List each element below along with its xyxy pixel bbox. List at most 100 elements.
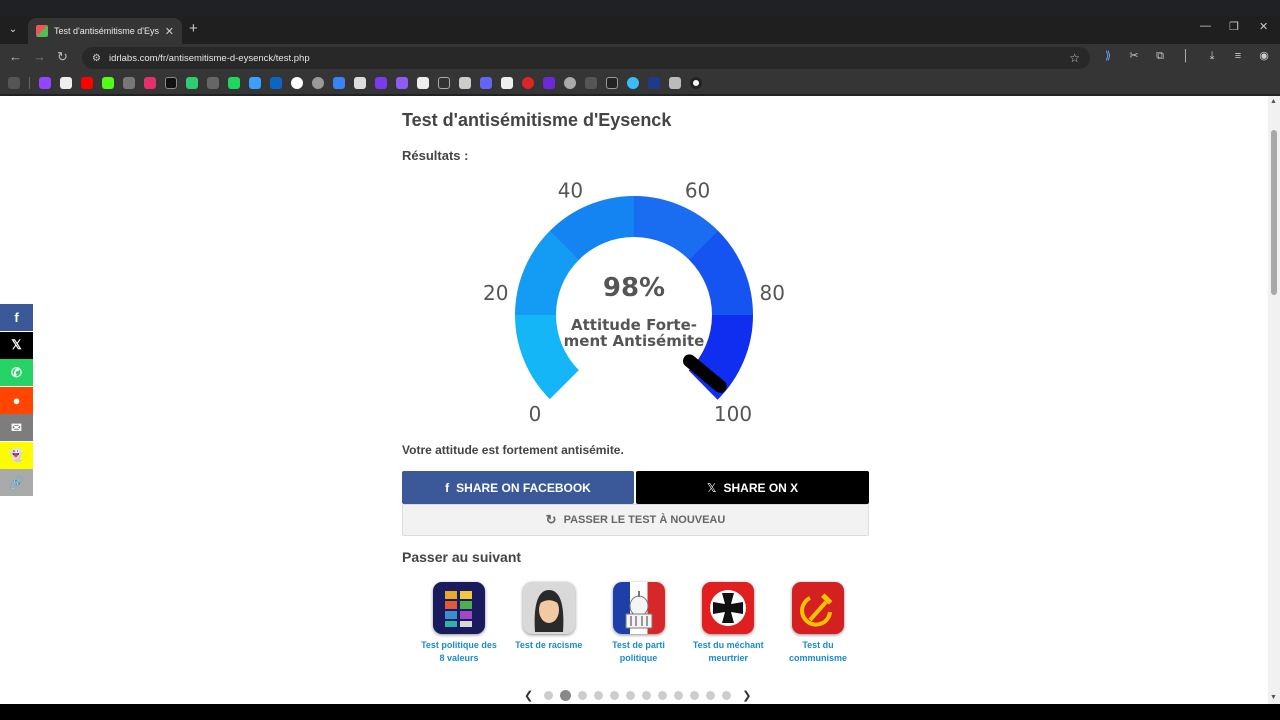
carousel-page-dot[interactable] (594, 691, 604, 700)
bookmark-icon[interactable] (417, 77, 429, 89)
carousel-page-dot[interactable] (658, 691, 668, 700)
8values-grid-icon (433, 582, 485, 634)
window-close-icon[interactable]: ✕ (1259, 20, 1268, 33)
bookmarks-bar (0, 72, 1280, 94)
profile-avatar-icon[interactable]: ◉ (1258, 50, 1270, 62)
facebook-icon: f (445, 480, 450, 495)
cast-icon[interactable]: ⟫ (1102, 50, 1114, 62)
share-reddit-icon[interactable]: ● (0, 386, 33, 414)
extension-tools-icon[interactable]: ✂ (1128, 50, 1140, 62)
gauge-tick-label: 40 (558, 178, 583, 202)
gauge-tick-label: 80 (760, 281, 784, 305)
gauge-value: 98% (603, 273, 665, 303)
bookmark-icon[interactable] (669, 77, 681, 89)
site-info-icon[interactable]: ⚙ (92, 53, 101, 64)
bookmark-icon[interactable] (123, 77, 135, 89)
tiktok-icon[interactable] (165, 77, 177, 89)
carousel-next-arrow-icon[interactable]: ❯ (742, 689, 751, 702)
bookmark-icon[interactable] (543, 77, 555, 89)
share-copy-link-icon[interactable]: 🔗 (0, 469, 33, 496)
info-icon[interactable] (291, 77, 303, 89)
puzzle-extensions-icon[interactable]: ⧉ (1154, 50, 1166, 62)
related-test-label: Test du communisme (788, 640, 848, 663)
x-logo-icon: 𝕏 (706, 480, 717, 495)
download-icon[interactable]: ⤓ (1206, 50, 1218, 62)
gauge-tick-label: 60 (685, 178, 710, 202)
tab-close-icon[interactable]: ✕ (165, 25, 174, 38)
bookmark-icon[interactable] (333, 77, 345, 89)
youtube-icon[interactable] (81, 77, 93, 89)
scrollbar-thumb[interactable] (1271, 130, 1277, 295)
openai-icon[interactable] (312, 77, 324, 89)
result-gauge: 02040 608010098%Attitude Forte-ment Antis… (484, 178, 784, 426)
bookmark-icon[interactable] (606, 77, 618, 89)
scroll-up-arrow-icon[interactable]: ▲ (1270, 98, 1277, 105)
linkedin-icon[interactable] (270, 77, 282, 89)
share-x-button[interactable]: 𝕏 SHARE ON X (636, 471, 869, 504)
share-whatsapp-icon[interactable]: ✆ (0, 359, 33, 386)
related-test-card[interactable]: Test du communisme (775, 582, 861, 665)
share-email-icon[interactable]: ✉ (0, 414, 33, 441)
bookmark-icon[interactable] (690, 77, 702, 89)
bookmark-icon[interactable] (480, 77, 492, 89)
carousel-page-dot[interactable] (706, 691, 716, 700)
bookmark-icon[interactable] (585, 77, 597, 89)
tab-search-chevron-icon[interactable]: ⌄ (4, 18, 22, 40)
bookmark-icon[interactable] (501, 77, 513, 89)
carousel-page-dot[interactable] (626, 691, 636, 700)
bookmark-icon[interactable] (375, 77, 387, 89)
carousel-page-dot[interactable] (560, 690, 572, 701)
media-controls-icon[interactable]: ≡ (1232, 50, 1244, 62)
carousel-page-dot[interactable] (722, 691, 732, 700)
twitch-icon[interactable] (39, 77, 51, 89)
related-test-card[interactable]: Test du méchant meurtrier (685, 582, 771, 665)
scroll-down-arrow-icon[interactable]: ▼ (1270, 694, 1277, 701)
address-bar[interactable]: ⚙ idrlabs.com/fr/antisemitisme-d-eysenck… (82, 47, 1090, 69)
address-url[interactable]: idrlabs.com/fr/antisemitisme-d-eysenck/t… (109, 53, 1061, 64)
bookmark-icon[interactable] (186, 77, 198, 89)
related-test-card[interactable]: Test politique des 8 valeurs (416, 582, 502, 665)
share-x-icon[interactable]: 𝕏 (0, 331, 33, 359)
back-arrow-icon[interactable]: ← (9, 49, 22, 64)
gauge-caption-line: ment Antisémite (564, 332, 705, 350)
bookmark-icon[interactable] (354, 77, 366, 89)
apps-grid-icon[interactable] (8, 77, 20, 89)
reload-icon[interactable]: ↻ (57, 49, 68, 65)
carousel-prev-arrow-icon[interactable]: ❮ (524, 689, 533, 702)
carousel-page-dot[interactable] (674, 691, 684, 700)
carousel-page-dot[interactable] (578, 691, 588, 700)
kick-icon[interactable] (102, 77, 114, 89)
browser-tab[interactable]: Test d'antisémitisme d'Eysenck ✕ (28, 18, 182, 44)
gauge-tick-label: 100 (714, 402, 752, 426)
bookmark-star-icon[interactable]: ☆ (1069, 51, 1080, 65)
globe-icon[interactable] (564, 77, 576, 89)
forward-arrow-icon[interactable]: → (33, 49, 46, 64)
retake-test-button[interactable]: ↻ PASSER LE TEST À NOUVEAU (402, 504, 869, 536)
instagram-icon[interactable] (144, 77, 156, 89)
carousel-page-dot[interactable] (610, 691, 620, 700)
bookmark-icon[interactable] (228, 77, 240, 89)
bookmark-icon[interactable] (459, 77, 471, 89)
minimize-icon[interactable]: — (1200, 20, 1211, 32)
bookmark-icon[interactable] (396, 77, 408, 89)
share-x-label: SHARE ON X (723, 480, 799, 495)
toolbar-extensions: ⟫ ✂ ⧉ │ ⤓ ≡ ◉ ⋮ (1102, 50, 1280, 62)
bookmark-icon[interactable] (438, 77, 450, 89)
bookmark-icon[interactable] (627, 77, 639, 89)
new-tab-button[interactable]: + (189, 20, 198, 37)
carousel-page-dot[interactable] (642, 691, 652, 700)
share-facebook-icon[interactable]: f (0, 304, 33, 331)
share-facebook-label: SHARE ON FACEBOOK (456, 480, 591, 495)
carousel-page-dot[interactable] (690, 691, 700, 700)
bookmark-icon[interactable] (522, 77, 534, 89)
x-bookmark-icon[interactable] (60, 77, 72, 89)
related-test-card[interactable]: Test de racisme (506, 582, 592, 665)
bookmark-icon[interactable] (648, 77, 660, 89)
share-snapchat-icon[interactable]: 👻 (0, 441, 33, 469)
bookmark-icon[interactable] (249, 77, 261, 89)
carousel-page-dot[interactable] (544, 691, 554, 700)
restore-icon[interactable]: ❐ (1229, 20, 1239, 33)
related-test-card[interactable]: Test de parti politique (596, 582, 682, 665)
bookmark-icon[interactable] (207, 77, 219, 89)
share-facebook-button[interactable]: f SHARE ON FACEBOOK (402, 471, 634, 504)
